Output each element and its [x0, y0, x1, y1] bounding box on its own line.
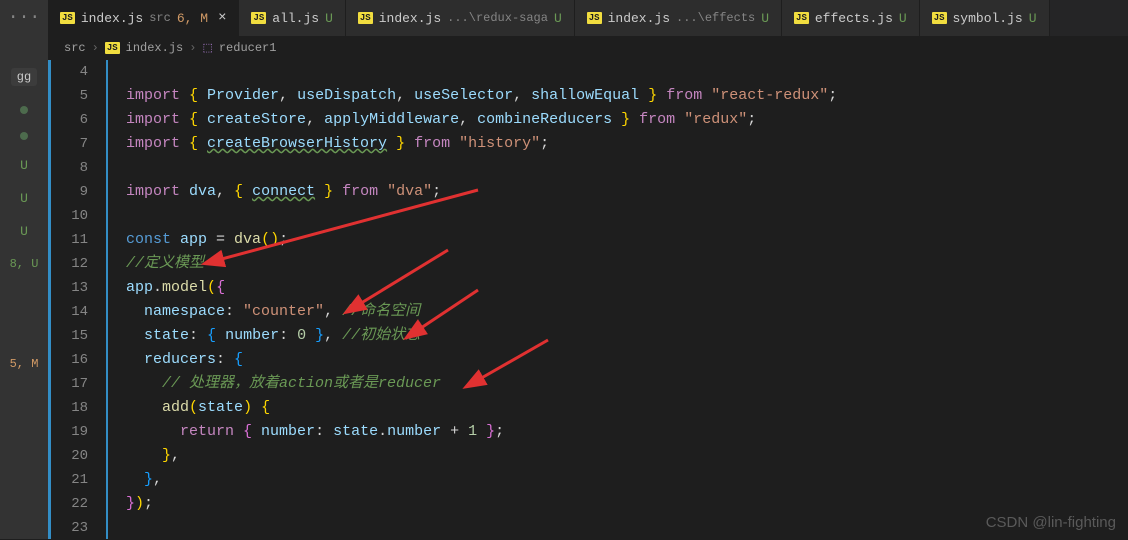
js-file-icon: JS	[794, 12, 809, 24]
js-file-icon: JS	[358, 12, 373, 24]
code-line	[126, 204, 837, 228]
code-line: },	[126, 468, 837, 492]
ellipsis-icon[interactable]: ···	[8, 8, 40, 28]
code-line: state: { number: 0 }, //初始状态	[126, 324, 837, 348]
code-content[interactable]: import { Provider, useDispatch, useSelec…	[108, 60, 837, 539]
js-file-icon: JS	[105, 42, 120, 54]
code-line: reducers: {	[126, 348, 837, 372]
git-status-column: U U U 8, U 5, M	[10, 106, 39, 371]
tab-symbol[interactable]: JS symbol.js U	[920, 0, 1050, 36]
code-line	[126, 156, 837, 180]
line-gutter: 4 5 6 7 8 9 10 11 12 13 14 15 16 17 18 1…	[48, 60, 108, 539]
js-file-icon: JS	[60, 12, 75, 24]
code-line: },	[126, 444, 837, 468]
status-dot-icon	[20, 132, 28, 140]
status-modified: 5, M	[10, 357, 39, 371]
status-dot-icon	[20, 106, 28, 114]
tab-index-src[interactable]: JS index.js src 6, M ×	[48, 0, 239, 36]
code-line: import dva, { connect } from "dva";	[126, 180, 837, 204]
code-line: import { createBrowserHistory } from "hi…	[126, 132, 837, 156]
code-line: });	[126, 492, 837, 516]
status-count: 8, U	[10, 257, 39, 271]
watermark: CSDN @lin-fighting	[986, 514, 1116, 531]
code-line: //定义模型	[126, 252, 837, 276]
status-untracked: U	[20, 224, 28, 239]
tab-index-effects[interactable]: JS index.js ...\effects U	[575, 0, 782, 36]
tab-all[interactable]: JS all.js U	[239, 0, 345, 36]
status-untracked: U	[20, 158, 28, 173]
code-line	[126, 60, 837, 84]
tab-effects[interactable]: JS effects.js U	[782, 0, 920, 36]
close-icon[interactable]: ×	[218, 10, 226, 26]
code-line: app.model({	[126, 276, 837, 300]
js-file-icon: JS	[932, 12, 947, 24]
breadcrumb-seg: src	[64, 41, 86, 55]
chevron-right-icon: ›	[92, 41, 99, 55]
breadcrumb-seg: index.js	[126, 41, 184, 55]
code-line	[126, 516, 837, 540]
code-line: return { number: state.number + 1 };	[126, 420, 837, 444]
breadcrumb[interactable]: src › JS index.js › ⬚ reducer1	[48, 36, 1128, 60]
js-file-icon: JS	[587, 12, 602, 24]
tab-index-reduxsaga[interactable]: JS index.js ...\redux-saga U	[346, 0, 575, 36]
code-line: // 处理器，放着action或者是reducer	[126, 372, 837, 396]
activity-bar: ··· gg U U U 8, U 5, M	[0, 0, 48, 539]
git-marker: gg	[11, 68, 37, 86]
code-line: import { Provider, useDispatch, useSelec…	[126, 84, 837, 108]
breadcrumb-seg: reducer1	[219, 41, 277, 55]
code-line: namespace: "counter", //命名空间	[126, 300, 837, 324]
symbol-icon: ⬚	[202, 41, 212, 55]
code-line: const app = dva();	[126, 228, 837, 252]
code-editor[interactable]: 4 5 6 7 8 9 10 11 12 13 14 15 16 17 18 1…	[48, 60, 1128, 539]
code-line: import { createStore, applyMiddleware, c…	[126, 108, 837, 132]
code-line: add(state) {	[126, 396, 837, 420]
status-untracked: U	[20, 191, 28, 206]
chevron-right-icon: ›	[189, 41, 196, 55]
tab-bar: JS index.js src 6, M × JS all.js U JS in…	[48, 0, 1128, 36]
js-file-icon: JS	[251, 12, 266, 24]
